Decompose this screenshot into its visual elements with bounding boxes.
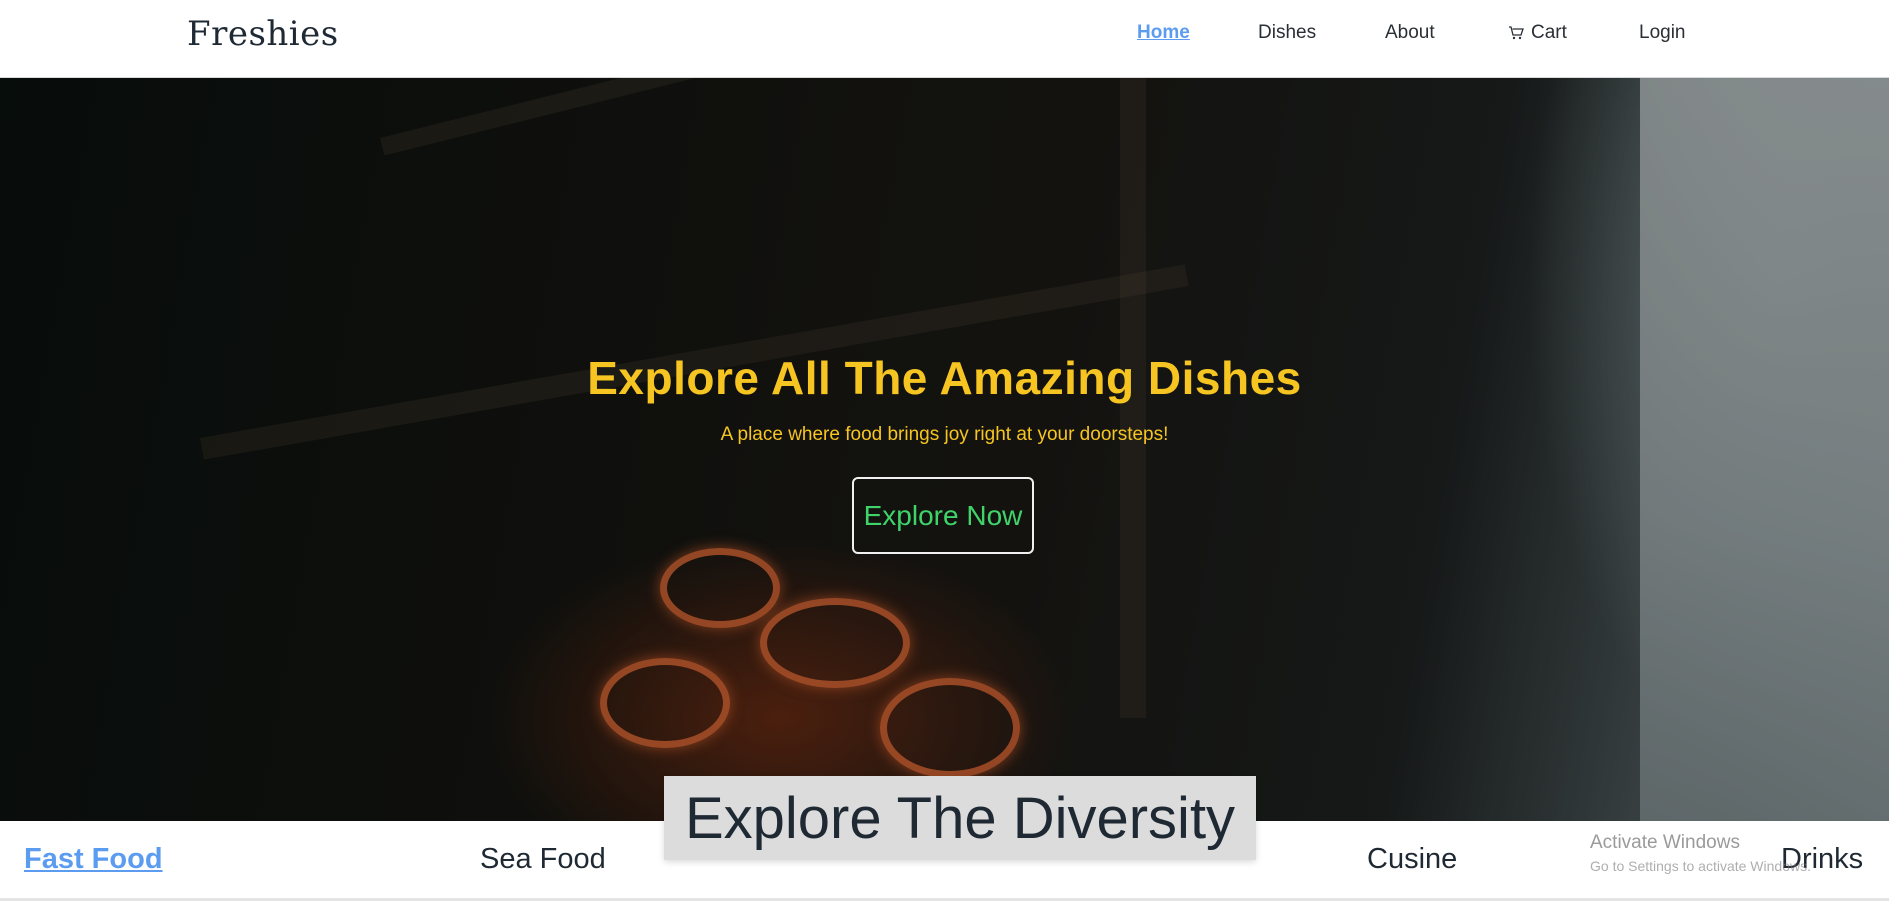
nav-link-cart[interactable]: Cart xyxy=(1508,22,1567,44)
nav-link-home[interactable]: Home xyxy=(1137,22,1190,44)
category-sea-food[interactable]: Sea Food xyxy=(480,843,606,876)
hero-section: Explore All The Amazing Dishes A place w… xyxy=(0,78,1889,821)
hero-subtitle: A place where food brings joy right at y… xyxy=(720,424,1169,445)
diversity-banner: Explore The Diversity xyxy=(664,776,1256,860)
nav-cart-label: Cart xyxy=(1531,22,1567,43)
hero-overlay xyxy=(0,78,1889,821)
category-drinks[interactable]: Drinks xyxy=(1781,843,1863,876)
category-cusine[interactable]: Cusine xyxy=(1367,843,1457,876)
brand-logo[interactable]: Freshies xyxy=(187,14,339,54)
nav-link-about[interactable]: About xyxy=(1385,22,1435,44)
nav-link-login[interactable]: Login xyxy=(1639,22,1686,44)
diversity-heading: Explore The Diversity xyxy=(684,785,1236,851)
nav-link-dishes[interactable]: Dishes xyxy=(1258,22,1316,44)
hero-title: Explore All The Amazing Dishes xyxy=(587,352,1302,404)
category-fast-food[interactable]: Fast Food xyxy=(24,843,163,876)
navbar: Freshies Home Dishes About Cart Login xyxy=(0,0,1889,78)
cart-icon xyxy=(1509,26,1524,40)
explore-now-button[interactable]: Explore Now xyxy=(852,477,1034,554)
